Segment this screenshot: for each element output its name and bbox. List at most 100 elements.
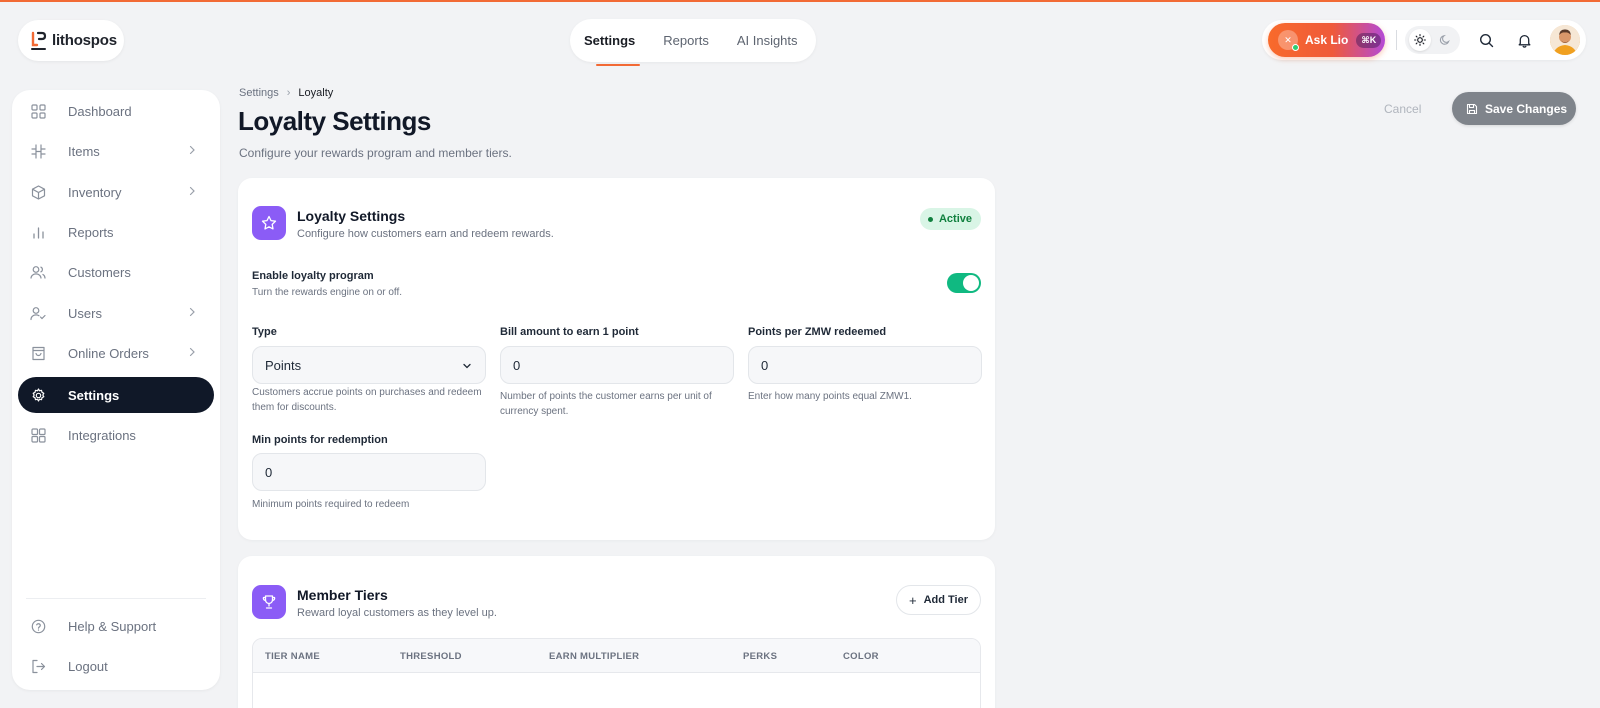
bell-icon[interactable] <box>1514 30 1534 50</box>
enable-loyalty-toggle[interactable] <box>947 273 981 293</box>
column-header-perks: PERKS <box>743 651 778 662</box>
top-nav: Settings Reports AI Insights <box>570 19 816 62</box>
sidebar-item-settings[interactable]: Settings <box>18 377 214 413</box>
enable-loyalty-label: Enable loyalty program <box>252 270 374 282</box>
card-title: Loyalty Settings <box>297 208 406 224</box>
column-header-tier-name: TIER NAME <box>265 651 320 662</box>
toggle-knob <box>963 275 979 291</box>
user-avatar[interactable] <box>1550 25 1580 55</box>
min-points-value: 0 <box>265 464 273 480</box>
min-points-label: Min points for redemption <box>252 434 388 446</box>
chevron-right-icon <box>189 307 195 317</box>
top-accent-bar <box>0 0 1600 2</box>
help-icon <box>30 618 46 634</box>
search-icon[interactable] <box>1476 30 1496 50</box>
bar-chart-icon <box>30 224 46 240</box>
add-tier-button[interactable]: + Add Tier <box>895 585 981 615</box>
sidebar-item-label: Customers <box>68 264 131 280</box>
tab-settings[interactable]: Settings <box>584 33 635 48</box>
plus-icon: + <box>908 592 917 608</box>
brand-logo[interactable]: lithospos <box>18 20 124 61</box>
cancel-button[interactable]: Cancel <box>1378 98 1427 120</box>
sidebar-item-users[interactable]: Users <box>18 295 214 331</box>
save-icon <box>1466 103 1478 115</box>
grid-icon <box>30 103 46 119</box>
sidebar-item-label: Reports <box>68 224 114 240</box>
logo-mark-icon <box>31 31 47 50</box>
shortcut-badge: ⌘K <box>1356 32 1382 48</box>
card-title: Member Tiers <box>297 587 388 603</box>
sidebar-item-label: Settings <box>68 387 120 403</box>
tiers-table: TIER NAME THRESHOLD EARN MULTIPLIER PERK… <box>252 638 981 708</box>
ask-lio-label: Ask Lio <box>1305 33 1349 47</box>
users-icon <box>30 264 46 280</box>
tab-ai-insights[interactable]: AI Insights <box>737 33 798 48</box>
sidebar-item-help[interactable]: Help & Support <box>18 608 214 644</box>
sun-icon[interactable] <box>1409 29 1432 51</box>
sidebar-item-items[interactable]: Items <box>18 133 214 169</box>
member-tiers-card: Member Tiers Reward loyal customers as t… <box>238 556 995 708</box>
sidebar-item-label: Items <box>68 143 100 159</box>
card-subtitle: Reward loyal customers as they level up. <box>297 607 497 619</box>
points-per-input[interactable]: 0 <box>748 346 982 384</box>
sidebar-item-customers[interactable]: Customers <box>18 254 214 290</box>
chevron-right-icon <box>189 145 195 155</box>
points-per-label: Points per ZMW redeemed <box>748 326 887 338</box>
min-points-input[interactable]: 0 <box>252 453 486 491</box>
status-dot <box>927 216 933 222</box>
save-changes-button[interactable]: Save Changes <box>1452 92 1576 125</box>
logout-icon <box>30 658 46 674</box>
save-changes-label: Save Changes <box>1485 101 1568 116</box>
sidebar-item-inventory[interactable]: Inventory <box>18 174 214 210</box>
status-badge: Active <box>919 208 981 230</box>
box-icon <box>30 184 46 200</box>
breadcrumb-current: Loyalty <box>298 87 334 99</box>
items-icon <box>30 143 46 159</box>
bill-amount-value: 0 <box>513 357 521 373</box>
theme-toggle <box>1405 26 1460 54</box>
column-header-earn-multiplier: EARN MULTIPLIER <box>549 651 640 662</box>
sidebar-item-integrations[interactable]: Integrations <box>18 417 214 453</box>
status-label: Active <box>938 213 972 225</box>
chevron-right-icon <box>189 186 195 196</box>
sidebar-item-label: Users <box>68 305 102 321</box>
ask-lio-button[interactable]: ✕ Ask Lio ⌘K <box>1268 23 1385 57</box>
integrations-icon <box>30 427 46 443</box>
sidebar-item-label: Online Orders <box>68 345 149 361</box>
user-check-icon <box>30 305 46 321</box>
sidebar-divider <box>26 598 206 599</box>
page-subtitle: Configure your rewards program and membe… <box>239 146 512 160</box>
star-icon <box>252 206 286 240</box>
min-points-help: Minimum points required to redeem <box>252 499 410 510</box>
chevron-right-icon <box>189 347 195 357</box>
points-per-value: 0 <box>761 357 769 373</box>
brand-name: lithospos <box>52 32 117 49</box>
sidebar-item-reports[interactable]: Reports <box>18 214 214 250</box>
sidebar-item-label: Help & Support <box>68 618 157 634</box>
sidebar-item-logout[interactable]: Logout <box>18 648 214 684</box>
bill-amount-help: Number of points the customer earns per … <box>500 391 712 417</box>
sidebar-item-label: Integrations <box>68 427 136 443</box>
active-tab-indicator <box>596 64 640 66</box>
type-label: Type <box>252 326 277 338</box>
shopping-bag-icon <box>30 345 46 361</box>
tab-reports[interactable]: Reports <box>663 33 709 48</box>
moon-icon[interactable] <box>1434 29 1456 51</box>
gear-icon <box>30 387 46 403</box>
sidebar-item-online-orders[interactable]: Online Orders <box>18 335 214 371</box>
enable-loyalty-help: Turn the rewards engine on or off. <box>252 287 403 298</box>
bill-amount-input[interactable]: 0 <box>500 346 734 384</box>
lio-avatar-icon: ✕ <box>1278 30 1299 51</box>
sidebar-item-label: Logout <box>68 658 108 674</box>
type-help: Customers accrue points on purchases and… <box>252 387 482 413</box>
sidebar-item-label: Inventory <box>68 184 122 200</box>
chevron-right-icon: › <box>286 87 291 99</box>
header-divider <box>1396 30 1397 50</box>
add-tier-label: Add Tier <box>923 594 968 606</box>
breadcrumb-parent[interactable]: Settings <box>239 87 279 99</box>
sidebar-item-dashboard[interactable]: Dashboard <box>18 93 214 129</box>
column-header-threshold: THRESHOLD <box>400 651 462 662</box>
bill-amount-label: Bill amount to earn 1 point <box>500 326 639 338</box>
type-select[interactable]: Points <box>252 346 486 384</box>
points-per-help: Enter how many points equal ZMW1. <box>748 391 912 402</box>
